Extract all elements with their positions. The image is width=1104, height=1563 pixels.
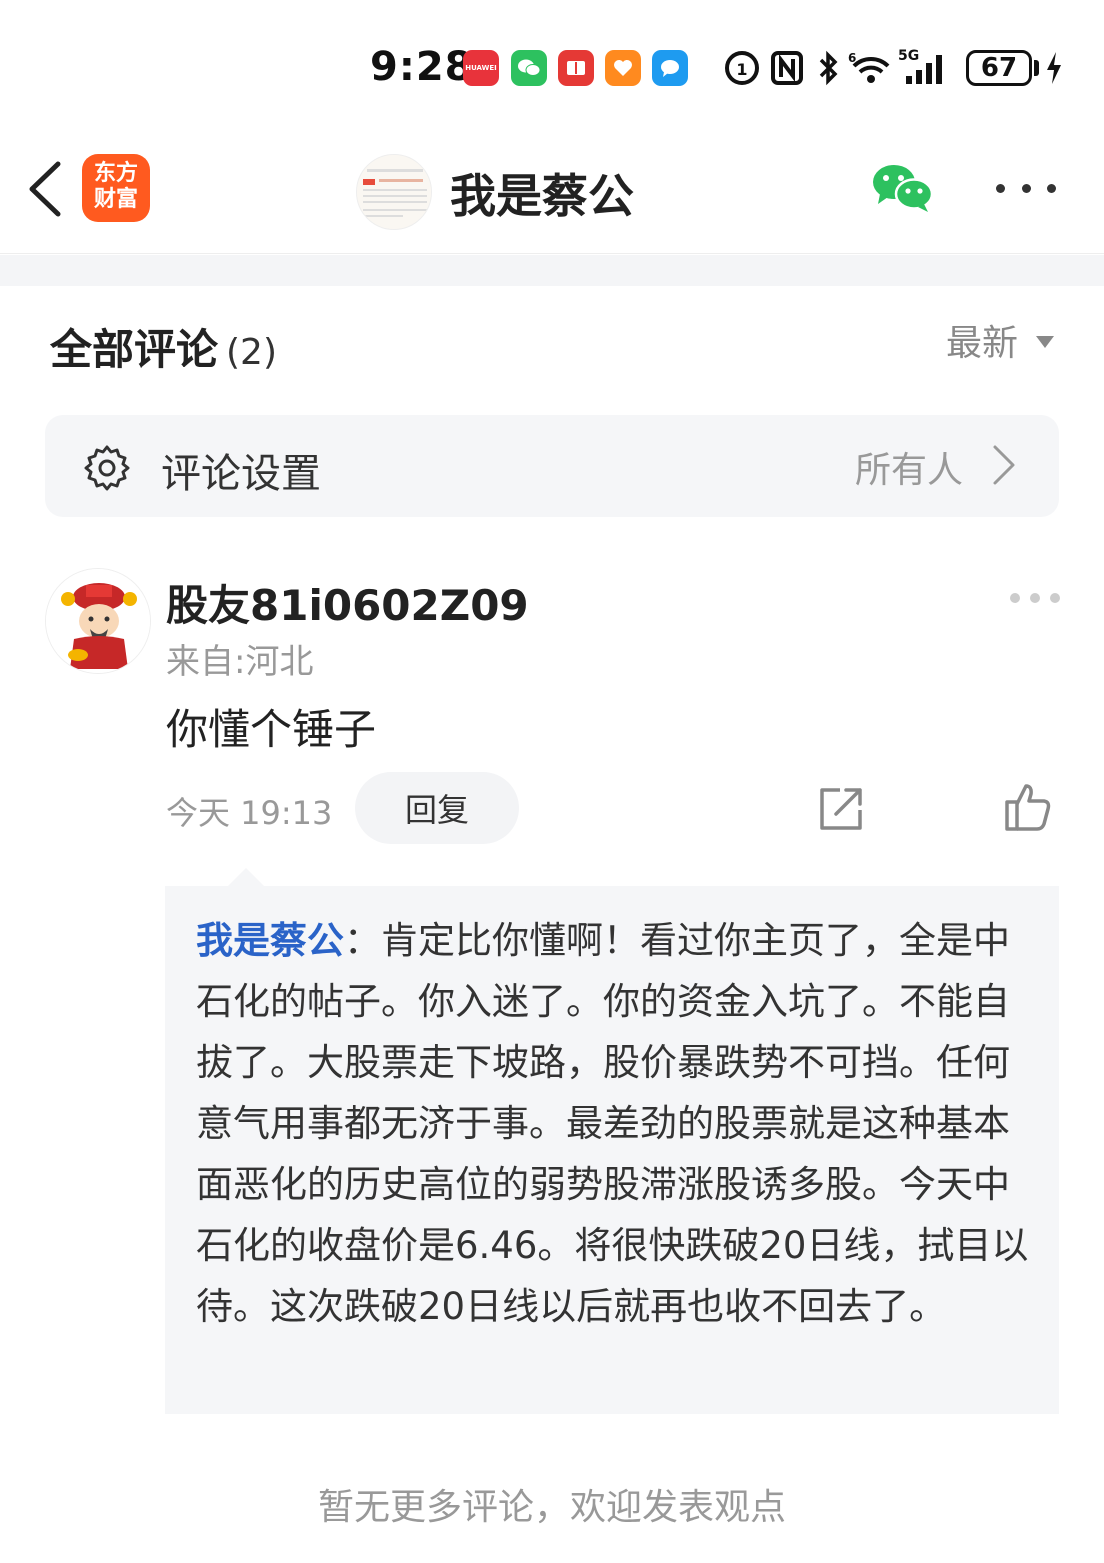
battery-indicator: 67 (966, 50, 1032, 86)
reply-author[interactable]: 我是蔡公 (196, 919, 344, 962)
comments-count: (2) (226, 332, 278, 373)
dot-icon (1021, 183, 1031, 193)
settings-value: 所有人 (855, 450, 964, 491)
commenter-avatar[interactable] (45, 568, 151, 674)
dot-icon (996, 183, 1005, 193)
eastmoney-logo[interactable]: 东方 财富 (82, 154, 150, 222)
comment-settings-row[interactable]: 评论设置 所有人 (45, 415, 1059, 517)
comment-timestamp: 今天 19:13 (166, 794, 333, 832)
dot-icon (1047, 183, 1056, 193)
cellular-signal-icon: 5G (898, 48, 950, 86)
chevron-left-icon (29, 161, 61, 217)
sort-dropdown[interactable]: 最新 (946, 314, 1055, 366)
health-app-icon (605, 50, 641, 86)
share-icon[interactable] (818, 786, 864, 832)
nfc-icon (771, 51, 803, 85)
section-divider (0, 255, 1104, 286)
author-avatar[interactable] (356, 154, 432, 230)
sort-label: 最新 (946, 323, 1019, 364)
commenter-location: 来自:河北 (166, 642, 314, 682)
status-bar: 9:28 HUAWEI 1 6 5G 67 (0, 0, 1104, 130)
comments-title: 全部评论 (50, 325, 219, 374)
settings-label: 评论设置 (161, 451, 321, 497)
message-app-icon (652, 50, 688, 86)
comment-more-button[interactable] (1010, 590, 1060, 606)
comments-header: 全部评论 (2) (50, 316, 277, 377)
comment-text: 你懂个锤子 (166, 705, 377, 754)
status-time: 9:28 (370, 44, 474, 90)
dot-icon (1030, 593, 1040, 603)
wechat-icon (873, 165, 934, 212)
page-title: 我是蔡公 (450, 169, 634, 223)
reply-content: 我是蔡公：肯定比你懂啊！看过你主页了，全是中石化的帖子。你入迷了。你的资金入坑了… (196, 910, 1032, 1337)
system-icons: 1 6 5G (724, 46, 950, 90)
no-more-comments-note: 暂无更多评论，欢迎发表观点 (317, 1487, 786, 1528)
chevron-right-icon (993, 445, 1015, 485)
charging-icon (1047, 52, 1061, 84)
wechat-share-button[interactable] (870, 160, 936, 216)
commenter-username[interactable]: 股友81i0602Z09 (166, 572, 529, 633)
thumbs-up-icon[interactable] (1004, 782, 1052, 832)
book-app-icon (558, 50, 594, 86)
gear-icon (84, 445, 130, 491)
stock-chart-thumbnail-icon (357, 155, 431, 229)
reply-pointer (228, 868, 264, 886)
battery-tip (1034, 60, 1039, 76)
caishen-avatar-icon (46, 569, 150, 673)
bluetooth-icon (819, 50, 838, 86)
caret-down-icon (1036, 336, 1055, 348)
wechat-notification-icon (511, 50, 547, 86)
top-navigation-bar: 东方 财富 我是蔡公 (0, 130, 1104, 254)
hd-call-icon: 1 (725, 51, 759, 85)
reply-text: ：肯定比你懂啊！看过你主页了，全是中石化的帖子。你入迷了。你的资金入坑了。不能自… (196, 919, 1029, 1328)
more-options-button[interactable] (996, 170, 1056, 206)
huawei-appgallery-icon: HUAWEI (463, 50, 499, 86)
dot-icon (1050, 593, 1060, 603)
wifi-icon: 6 (848, 51, 890, 83)
dot-icon (1010, 593, 1020, 603)
svg-text:1: 1 (736, 60, 747, 79)
back-button[interactable] (22, 158, 72, 220)
reply-button[interactable]: 回复 (355, 772, 519, 844)
